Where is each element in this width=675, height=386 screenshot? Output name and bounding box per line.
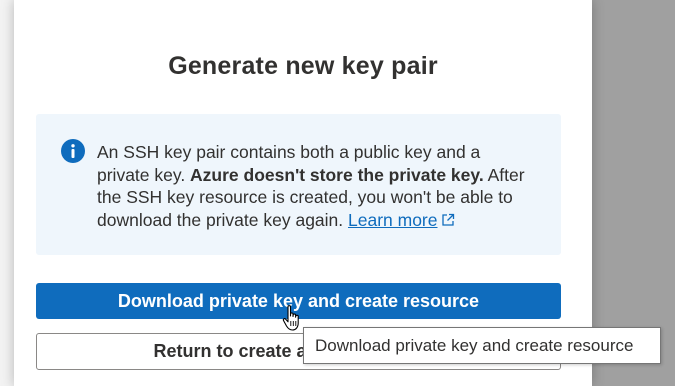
info-icon	[61, 139, 85, 163]
learn-more-link[interactable]: Learn more	[348, 210, 455, 230]
dialog-title: Generate new key pair	[168, 52, 438, 80]
learn-more-label: Learn more	[348, 209, 438, 230]
info-message-box: An SSH key pair contains both a public k…	[36, 114, 561, 255]
tooltip: Download private key and create resource	[303, 327, 661, 364]
background-page	[0, 0, 14, 386]
info-message-text: An SSH key pair contains both a public k…	[97, 141, 537, 232]
external-link-icon	[441, 210, 455, 233]
hand-cursor-icon	[281, 304, 305, 337]
info-text-bold: Azure doesn't store the private key.	[190, 164, 484, 185]
